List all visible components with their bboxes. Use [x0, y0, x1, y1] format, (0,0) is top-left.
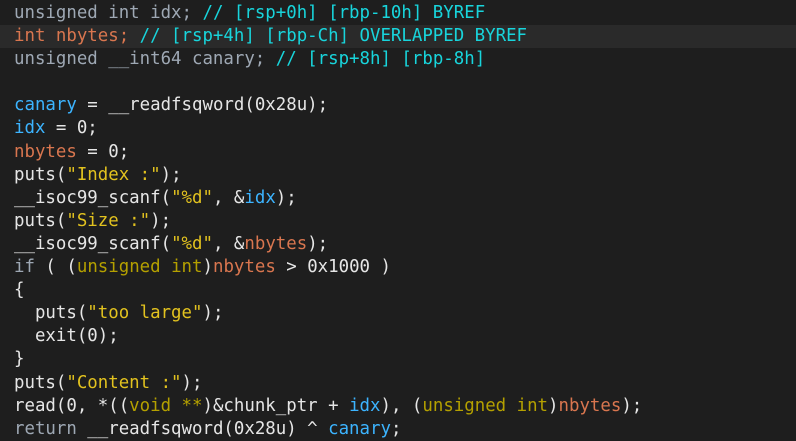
code-token[interactable]: );	[276, 188, 297, 208]
code-token[interactable]: puts(	[14, 211, 66, 231]
code-token[interactable]: nbytes	[559, 396, 622, 416]
code-token[interactable]: if	[14, 257, 35, 277]
code-token[interactable]: );	[202, 303, 223, 323]
code-token[interactable]: puts(	[14, 165, 66, 185]
code-token[interactable]: unsigned int	[422, 396, 548, 416]
code-token[interactable]: read(0, *((	[14, 396, 129, 416]
code-token[interactable]: idx	[14, 118, 45, 138]
code-line[interactable]: puts("too large");	[0, 302, 796, 325]
code-token[interactable]: , &	[213, 188, 244, 208]
code-token[interactable]: // [rsp+0h] [rbp-10h] BYREF	[202, 3, 485, 23]
code-token[interactable]: );	[161, 165, 182, 185]
code-token[interactable]: }	[14, 349, 24, 369]
code-token[interactable]: canary	[328, 419, 391, 439]
code-token[interactable]: canary	[14, 95, 77, 115]
code-token[interactable]: );	[182, 373, 203, 393]
code-line[interactable]: exit(0);	[0, 325, 796, 348]
code-token[interactable]: nbytes	[213, 257, 276, 277]
code-token[interactable]: , &	[213, 234, 244, 254]
code-token[interactable]: "%d"	[171, 188, 213, 208]
code-token[interactable]: idx	[244, 188, 275, 208]
code-token[interactable]: int nbytes;	[14, 26, 140, 46]
code-line[interactable]: puts("Size :");	[0, 210, 796, 233]
code-line[interactable]: nbytes = 0;	[0, 141, 796, 164]
pseudocode-view[interactable]: unsigned int idx; // [rsp+0h] [rbp-10h] …	[0, 0, 796, 439]
code-line[interactable]: int nbytes; // [rsp+4h] [rbp-Ch] OVERLAP…	[0, 25, 796, 49]
code-token[interactable]: ;	[391, 419, 401, 439]
code-token[interactable]: void **	[129, 396, 202, 416]
code-token[interactable]: "Index :"	[66, 165, 160, 185]
code-token[interactable]: );	[307, 234, 328, 254]
code-line[interactable]: unsigned __int64 canary; // [rsp+8h] [rb…	[0, 48, 796, 71]
code-line[interactable]: canary = __readfsqword(0x28u);	[0, 94, 796, 117]
code-line[interactable]: if ( (unsigned int)nbytes > 0x1000 )	[0, 256, 796, 279]
code-token[interactable]: __isoc99_scanf(	[14, 234, 171, 254]
code-token[interactable]: "Content :"	[66, 373, 181, 393]
code-token[interactable]: unsigned int idx;	[14, 3, 202, 23]
code-token[interactable]: "Size :"	[66, 211, 150, 231]
code-token[interactable]: puts(	[14, 303, 87, 323]
code-token[interactable]: )	[548, 396, 558, 416]
code-token[interactable]: = 0;	[45, 118, 98, 138]
code-token[interactable]: ), (	[380, 396, 422, 416]
code-line[interactable]: {	[0, 279, 796, 302]
code-token[interactable]: __isoc99_scanf(	[14, 188, 171, 208]
code-token[interactable]: exit(0);	[14, 326, 119, 346]
code-line[interactable]: __isoc99_scanf("%d", &idx);	[0, 187, 796, 210]
code-line[interactable]: }	[0, 348, 796, 371]
code-line[interactable]: read(0, *((void **)&chunk_ptr + idx), (u…	[0, 395, 796, 418]
code-token[interactable]: )&chunk_ptr +	[202, 396, 349, 416]
code-token[interactable]: nbytes	[244, 234, 307, 254]
code-line[interactable]: __isoc99_scanf("%d", &nbytes);	[0, 233, 796, 256]
code-token[interactable]: return	[14, 419, 77, 439]
code-token[interactable]: );	[621, 396, 642, 416]
code-token[interactable]: "too large"	[87, 303, 202, 323]
code-token[interactable]: idx	[349, 396, 380, 416]
code-token[interactable]: )	[202, 257, 212, 277]
code-token[interactable]: // [rsp+4h] [rbp-Ch] OVERLAPPED BYREF	[140, 26, 527, 46]
code-token[interactable]: puts(	[14, 373, 66, 393]
code-line[interactable]: puts("Content :");	[0, 372, 796, 395]
code-token[interactable]: {	[14, 280, 24, 300]
code-line[interactable]: puts("Index :");	[0, 164, 796, 187]
code-line[interactable]: idx = 0;	[0, 117, 796, 140]
code-token[interactable]: );	[150, 211, 171, 231]
code-token[interactable]: "%d"	[171, 234, 213, 254]
code-token[interactable]: nbytes	[14, 142, 77, 162]
code-token[interactable]: > 0x1000 )	[276, 257, 391, 277]
code-line[interactable]: return __readfsqword(0x28u) ^ canary;	[0, 418, 796, 441]
code-token[interactable]: = 0;	[77, 142, 129, 162]
code-token[interactable]: = __readfsqword(0x28u);	[77, 95, 328, 115]
code-line[interactable]: unsigned int idx; // [rsp+0h] [rbp-10h] …	[0, 2, 796, 25]
code-token[interactable]: unsigned int	[77, 257, 203, 277]
code-token[interactable]: __readfsqword(0x28u) ^	[77, 419, 328, 439]
code-token[interactable]: unsigned __int64 canary;	[14, 49, 276, 69]
code-token[interactable]: ( (	[35, 257, 76, 277]
code-line[interactable]	[0, 71, 796, 94]
code-token[interactable]: // [rsp+8h] [rbp-8h]	[276, 49, 485, 69]
